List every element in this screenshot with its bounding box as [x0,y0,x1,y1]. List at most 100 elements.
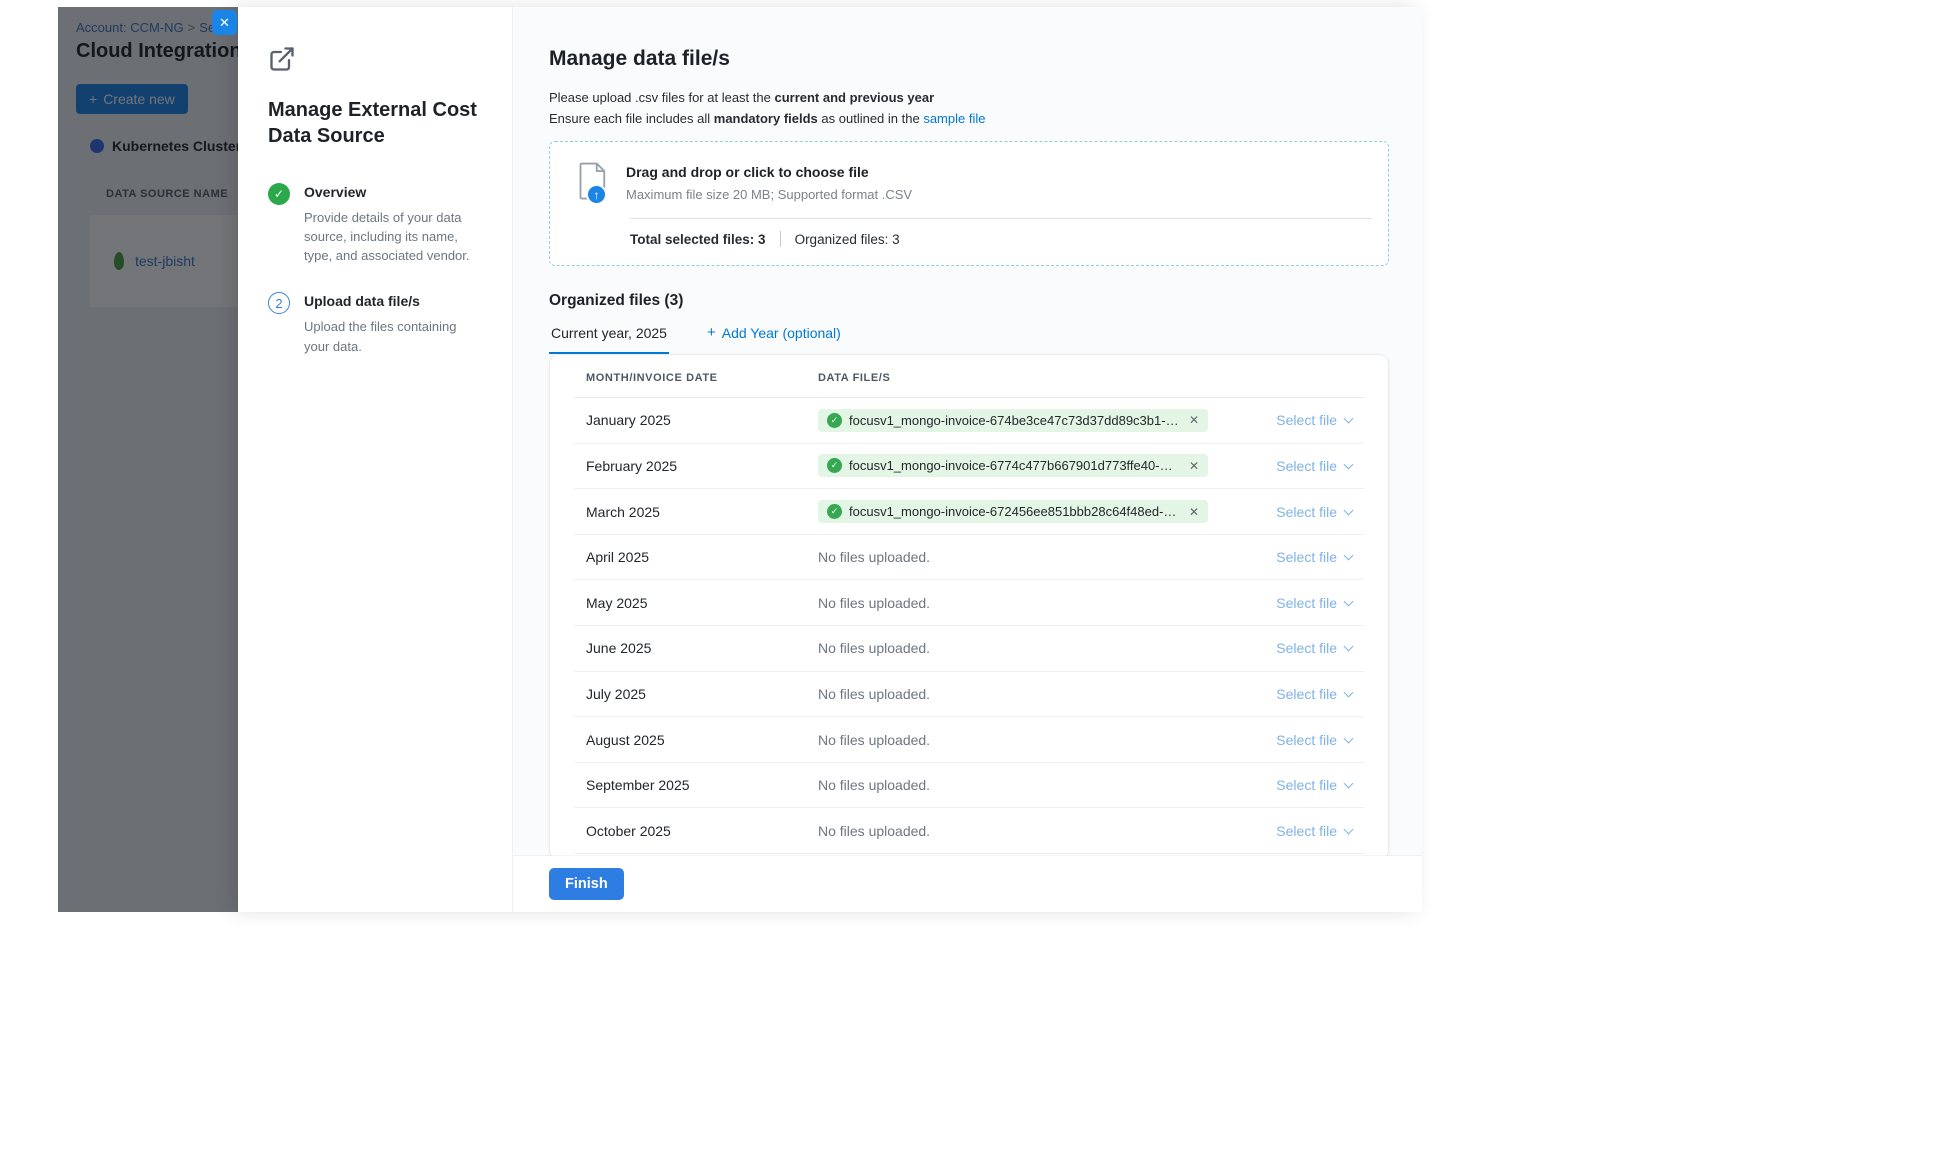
select-cell: Select file [1234,732,1352,748]
chevron-down-icon [1344,505,1354,515]
table-row: May 2025No files uploaded. Select file [574,580,1364,626]
add-year-label: Add Year (optional) [722,325,841,341]
month-label: January 2025 [586,412,818,428]
select-cell: Select file [1234,504,1352,520]
table-row: August 2025No files uploaded.Select file [574,717,1364,763]
select-file-label: Select file [1276,595,1337,611]
file-chip: ✓ focusv1_mongo-invoice-672456ee851bbb28c… [818,500,1208,523]
no-files-text: No files uploaded. [818,549,930,565]
tab-current-year-2025[interactable]: Current year, 2025 [549,325,669,354]
select-file-button[interactable]: Select file [1276,686,1352,702]
plus-icon: + [707,324,716,341]
organized-files-count: Organized files: 3 [795,232,900,247]
select-file-button[interactable]: Select file [1276,458,1352,474]
total-selected-files: Total selected files: 3 [630,232,766,247]
remove-file-icon[interactable]: ✕ [1189,459,1199,473]
select-file-button[interactable]: Select file [1276,640,1352,656]
file-cell: No files uploaded. [818,640,1234,656]
file-name: focusv1_mongo-invoice-6774c477b667901d77… [849,458,1179,473]
select-cell: Select file [1234,549,1352,565]
month-label: May 2025 [586,595,818,611]
chevron-down-icon [1344,779,1354,789]
no-files-text: No files uploaded. [818,777,930,793]
dropzone-secondary-text: Maximum file size 20 MB; Supported forma… [626,187,912,202]
select-file-label: Select file [1276,686,1337,702]
step-upload-label: Upload data file/s [304,293,476,309]
file-cell: ✓focusv1_mongo-invoice-674be3ce47c73d37d… [818,409,1234,432]
stats-divider [780,231,781,247]
chevron-down-icon [1344,824,1354,834]
file-cell: ✓ focusv1_mongo-invoice-672456ee851bbb28c… [818,500,1234,523]
close-button[interactable]: ✕ [212,10,237,35]
table-body: January 2025✓focusv1_mongo-invoice-674be… [574,398,1364,854]
step-upload-data-files[interactable]: 2 Upload data file/s Upload the files co… [268,293,484,355]
add-year-button[interactable]: + Add Year (optional) [705,324,843,354]
file-dropzone[interactable]: ↑ Drag and drop or click to choose file … [549,141,1389,266]
file-cell: No files uploaded. [818,686,1234,702]
file-name: focusv1_mongo-invoice-672456ee851bbb28c6… [849,504,1179,519]
check-icon: ✓ [827,504,842,519]
month-label: March 2025 [586,504,818,520]
file-cell: No files uploaded. [818,777,1234,793]
sample-file-link[interactable]: sample file [923,111,985,126]
step-overview-label: Overview [304,184,476,200]
table-row: September 2025No files uploaded.Select f… [574,763,1364,809]
file-cell: No files uploaded. [818,549,1234,565]
drawer-footer: Finish [513,856,1422,912]
chevron-down-icon [1344,642,1354,652]
wizard-title: Manage External Cost Data Source [268,97,484,150]
select-cell: Select file [1234,686,1352,702]
select-file-button[interactable]: Select file [1276,595,1352,611]
select-file-label: Select file [1276,412,1337,428]
screen: Account: CCM-NG>Set Cloud Integration + … [0,0,1934,1156]
select-file-button[interactable]: Select file [1276,732,1352,748]
select-file-button[interactable]: Select file [1276,549,1352,565]
finish-button[interactable]: Finish [549,868,624,900]
select-cell: Select file [1234,640,1352,656]
select-file-button[interactable]: Select file [1276,777,1352,793]
select-file-label: Select file [1276,640,1337,656]
step-upload-description: Upload the files containing your data. [304,317,476,355]
select-file-button[interactable]: Select file [1276,504,1352,520]
select-cell: Select file [1234,777,1352,793]
file-cell: ✓focusv1_mongo-invoice-6774c477b667901d7… [818,454,1234,477]
panel-title: Manage data file/s [549,47,1388,71]
table-row: October 2025No files uploaded.Select fil… [574,808,1364,854]
file-cell: No files uploaded. [818,732,1234,748]
overlay-scrim[interactable] [58,7,238,912]
no-files-text: No files uploaded. [818,823,930,839]
external-link-icon [268,45,296,73]
dropzone-primary-text: Drag and drop or click to choose file [626,164,912,180]
chevron-down-icon [1344,688,1354,698]
chevron-down-icon [1344,733,1354,743]
table-row: January 2025✓focusv1_mongo-invoice-674be… [574,398,1364,444]
step-overview[interactable]: ✓ Overview Provide details of your data … [268,184,484,266]
organized-files-card: MONTH/INVOICE DATE DATA FILE/S January 2… [549,354,1389,856]
table-row: March 2025 ✓ focusv1_mongo-invoice-672456e… [574,489,1364,535]
upload-instructions: Please upload .csv files for at least th… [549,87,1388,129]
table-row: June 2025No files uploaded.Select file [574,626,1364,672]
wizard-sidebar: Manage External Cost Data Source ✓ Overv… [238,7,512,912]
remove-file-icon[interactable]: ✕ [1189,505,1199,519]
close-icon: ✕ [219,15,230,31]
organized-files-heading: Organized files (3) [549,292,1388,310]
file-chip: ✓focusv1_mongo-invoice-6774c477b667901d7… [818,454,1208,477]
no-files-text: No files uploaded. [818,732,930,748]
column-header-month: MONTH/INVOICE DATE [586,372,818,384]
step-number-icon: 2 [268,292,290,314]
month-label: July 2025 [586,686,818,702]
select-file-button[interactable]: Select file [1276,412,1352,428]
file-cell: No files uploaded. [818,595,1234,611]
select-file-label: Select file [1276,732,1337,748]
chevron-down-icon [1344,551,1354,561]
select-file-button[interactable]: Select file [1276,823,1352,839]
remove-file-icon[interactable]: ✕ [1189,413,1199,427]
background-page: Account: CCM-NG>Set Cloud Integration + … [58,7,238,912]
select-file-label: Select file [1276,823,1337,839]
chevron-down-icon [1344,414,1354,424]
year-tabs: Current year, 2025 + Add Year (optional) [549,324,1388,354]
file-upload-icon: ↑ [578,162,612,202]
select-file-label: Select file [1276,777,1337,793]
table-header-row: MONTH/INVOICE DATE DATA FILE/S [574,355,1364,398]
no-files-text: No files uploaded. [818,640,930,656]
